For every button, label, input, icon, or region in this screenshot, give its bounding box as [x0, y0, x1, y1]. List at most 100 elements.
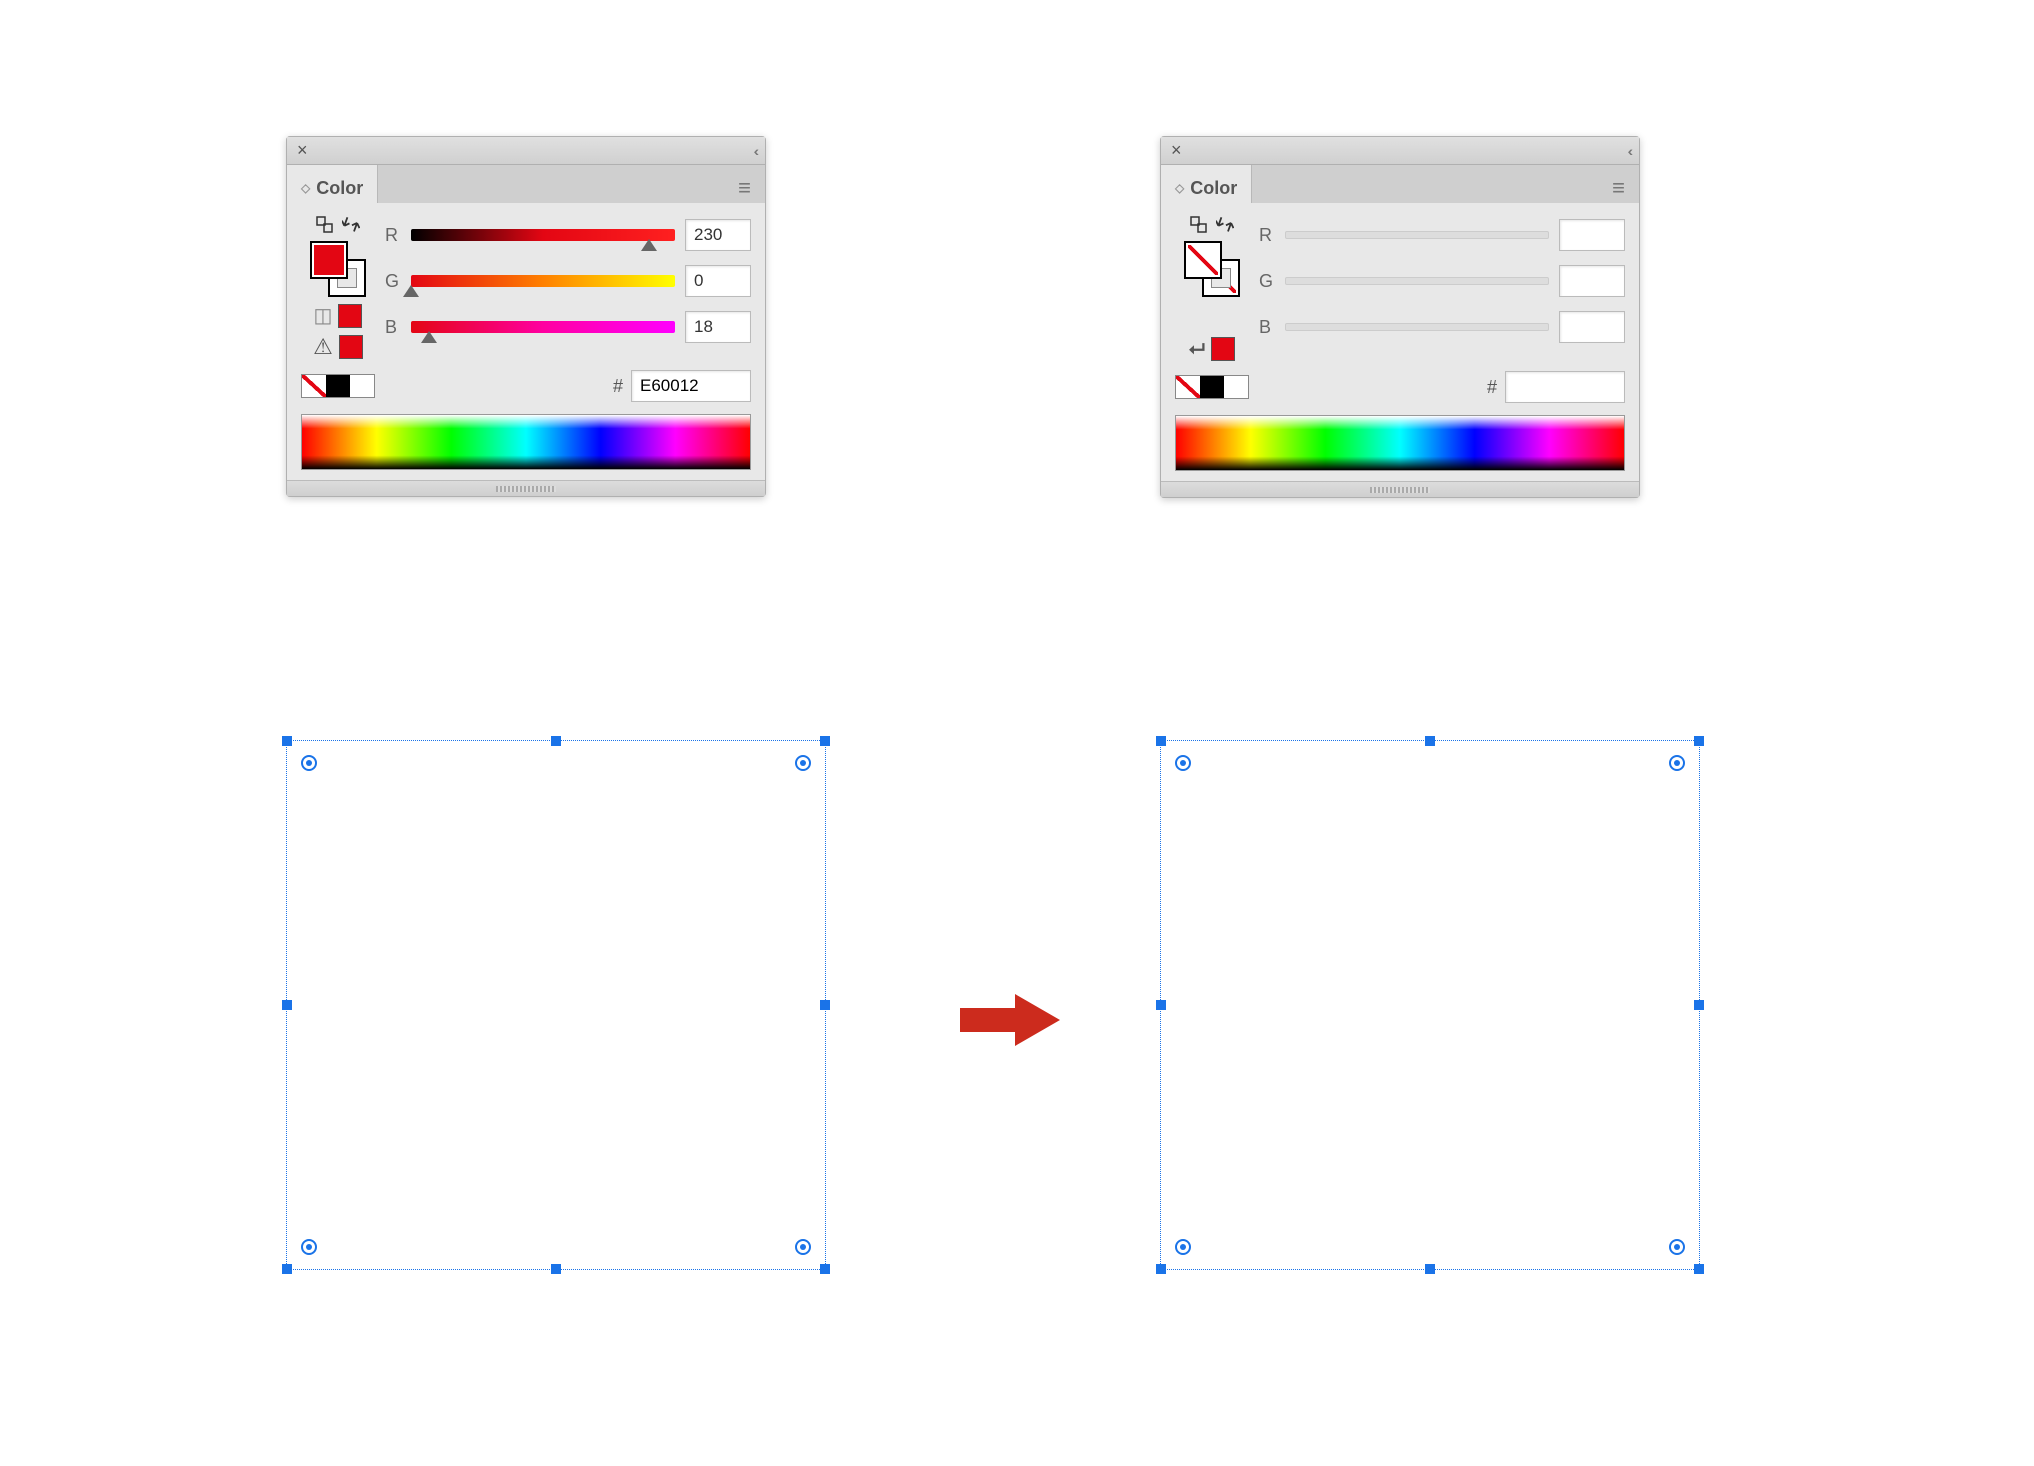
panel-titlebar[interactable]: × ‹‹ — [1161, 137, 1639, 165]
reference-point-icon[interactable] — [301, 1239, 317, 1255]
panel-menu-icon[interactable]: ≡ — [1598, 165, 1639, 203]
selection-handle[interactable] — [551, 736, 561, 746]
warning-icon[interactable]: ⚠ — [313, 334, 333, 360]
selection-handle[interactable] — [282, 1264, 292, 1274]
close-icon[interactable]: × — [297, 140, 308, 161]
panel-tabs: ◇ Color ≡ — [1161, 165, 1639, 203]
last-color-swatch[interactable] — [1211, 337, 1235, 361]
last-color-icon[interactable]: ⮠ — [1189, 338, 1205, 361]
artboard-before[interactable] — [286, 740, 826, 1270]
channel-label: G — [1259, 271, 1275, 292]
sliders-column: R G B — [1259, 215, 1625, 361]
color-panel-before: × ‹‹ ◇ Color ≡ — [286, 136, 766, 497]
input-g[interactable] — [1559, 265, 1625, 297]
selection-handle[interactable] — [551, 1264, 561, 1274]
tab-color[interactable]: ◇ Color — [287, 165, 378, 203]
panel-resize-grip[interactable] — [287, 480, 765, 496]
hex-input[interactable] — [631, 370, 751, 402]
reference-point-icon[interactable] — [795, 755, 811, 771]
reference-point-icon[interactable] — [1175, 755, 1191, 771]
tab-label: Color — [316, 178, 363, 199]
panel-titlebar[interactable]: × ‹‹ — [287, 137, 765, 165]
color-swatch-small[interactable] — [338, 304, 362, 328]
swap-arrow-icon[interactable] — [341, 215, 361, 235]
swatch-column: ⮠ — [1175, 215, 1249, 361]
slider-g-disabled — [1285, 277, 1549, 285]
artboard-after[interactable] — [1160, 740, 1700, 1270]
white-swatch[interactable] — [1224, 376, 1248, 398]
selection-handle[interactable] — [1156, 736, 1166, 746]
channel-label: R — [385, 225, 401, 246]
input-b[interactable] — [1559, 311, 1625, 343]
panel-menu-icon[interactable]: ≡ — [724, 165, 765, 203]
color-shortcut-strip — [301, 374, 375, 398]
selection-handle[interactable] — [1425, 736, 1435, 746]
out-of-gamut-swatch[interactable] — [339, 335, 363, 359]
selection-handle[interactable] — [820, 1000, 830, 1010]
hex-row: # — [1175, 371, 1625, 403]
reference-point-icon[interactable] — [1669, 755, 1685, 771]
color-spectrum[interactable] — [1175, 415, 1625, 471]
hash-label: # — [613, 376, 623, 397]
swap-fill-stroke-icon[interactable] — [315, 215, 335, 235]
reference-point-icon[interactable] — [301, 755, 317, 771]
slider-thumb[interactable] — [403, 285, 419, 297]
color-spectrum[interactable] — [301, 414, 751, 470]
fill-stroke-proxy[interactable] — [1184, 241, 1240, 297]
input-r[interactable] — [1559, 219, 1625, 251]
none-color-icon[interactable] — [1176, 376, 1200, 398]
slider-g[interactable] — [411, 275, 675, 287]
swatch-column: ◫ ⚠ — [301, 215, 375, 360]
black-swatch[interactable] — [326, 375, 350, 397]
input-b[interactable] — [685, 311, 751, 343]
collapse-icon[interactable]: ‹‹ — [754, 143, 755, 159]
selection-handle[interactable] — [1156, 1000, 1166, 1010]
selection-handle[interactable] — [820, 1264, 830, 1274]
tab-grip-icon: ◇ — [301, 181, 310, 195]
panel-tabs: ◇ Color ≡ — [287, 165, 765, 203]
selection-handle[interactable] — [1694, 1264, 1704, 1274]
swap-fill-stroke-icon[interactable] — [1189, 215, 1209, 235]
slider-row-r: R — [1259, 219, 1625, 251]
panel-body: ◫ ⚠ R G — [287, 203, 765, 480]
selection-handle[interactable] — [282, 1000, 292, 1010]
color-shortcut-strip — [1175, 375, 1249, 399]
selection-handle[interactable] — [1694, 1000, 1704, 1010]
selection-handle[interactable] — [820, 736, 830, 746]
tab-grip-icon: ◇ — [1175, 181, 1184, 195]
input-g[interactable] — [685, 265, 751, 297]
collapse-icon[interactable]: ‹‹ — [1628, 143, 1629, 159]
fill-swatch-none[interactable] — [1184, 241, 1222, 279]
slider-r[interactable] — [411, 229, 675, 241]
fill-stroke-proxy[interactable] — [310, 241, 366, 297]
tab-color[interactable]: ◇ Color — [1161, 165, 1252, 203]
hex-row: # — [301, 370, 751, 402]
reference-point-icon[interactable] — [1669, 1239, 1685, 1255]
slider-b[interactable] — [411, 321, 675, 333]
hex-input[interactable] — [1505, 371, 1625, 403]
black-swatch[interactable] — [1200, 376, 1224, 398]
slider-row-b: B — [385, 311, 751, 343]
panel-resize-grip[interactable] — [1161, 481, 1639, 497]
channel-label: B — [1259, 317, 1275, 338]
slider-row-g: G — [385, 265, 751, 297]
close-icon[interactable]: × — [1171, 140, 1182, 161]
slider-thumb[interactable] — [641, 239, 657, 251]
slider-b-disabled — [1285, 323, 1549, 331]
white-swatch[interactable] — [350, 375, 374, 397]
slider-thumb[interactable] — [421, 331, 437, 343]
cube-icon[interactable]: ◫ — [314, 303, 333, 328]
selection-handle[interactable] — [1156, 1264, 1166, 1274]
channel-label: R — [1259, 225, 1275, 246]
none-color-icon[interactable] — [302, 375, 326, 397]
input-r[interactable] — [685, 219, 751, 251]
reference-point-icon[interactable] — [795, 1239, 811, 1255]
fill-swatch[interactable] — [310, 241, 348, 279]
selection-handle[interactable] — [282, 736, 292, 746]
swap-arrow-icon[interactable] — [1215, 215, 1235, 235]
selection-handle[interactable] — [1694, 736, 1704, 746]
selection-handle[interactable] — [1425, 1264, 1435, 1274]
reference-point-icon[interactable] — [1175, 1239, 1191, 1255]
transition-arrow-icon — [960, 990, 1060, 1055]
slider-r-disabled — [1285, 231, 1549, 239]
